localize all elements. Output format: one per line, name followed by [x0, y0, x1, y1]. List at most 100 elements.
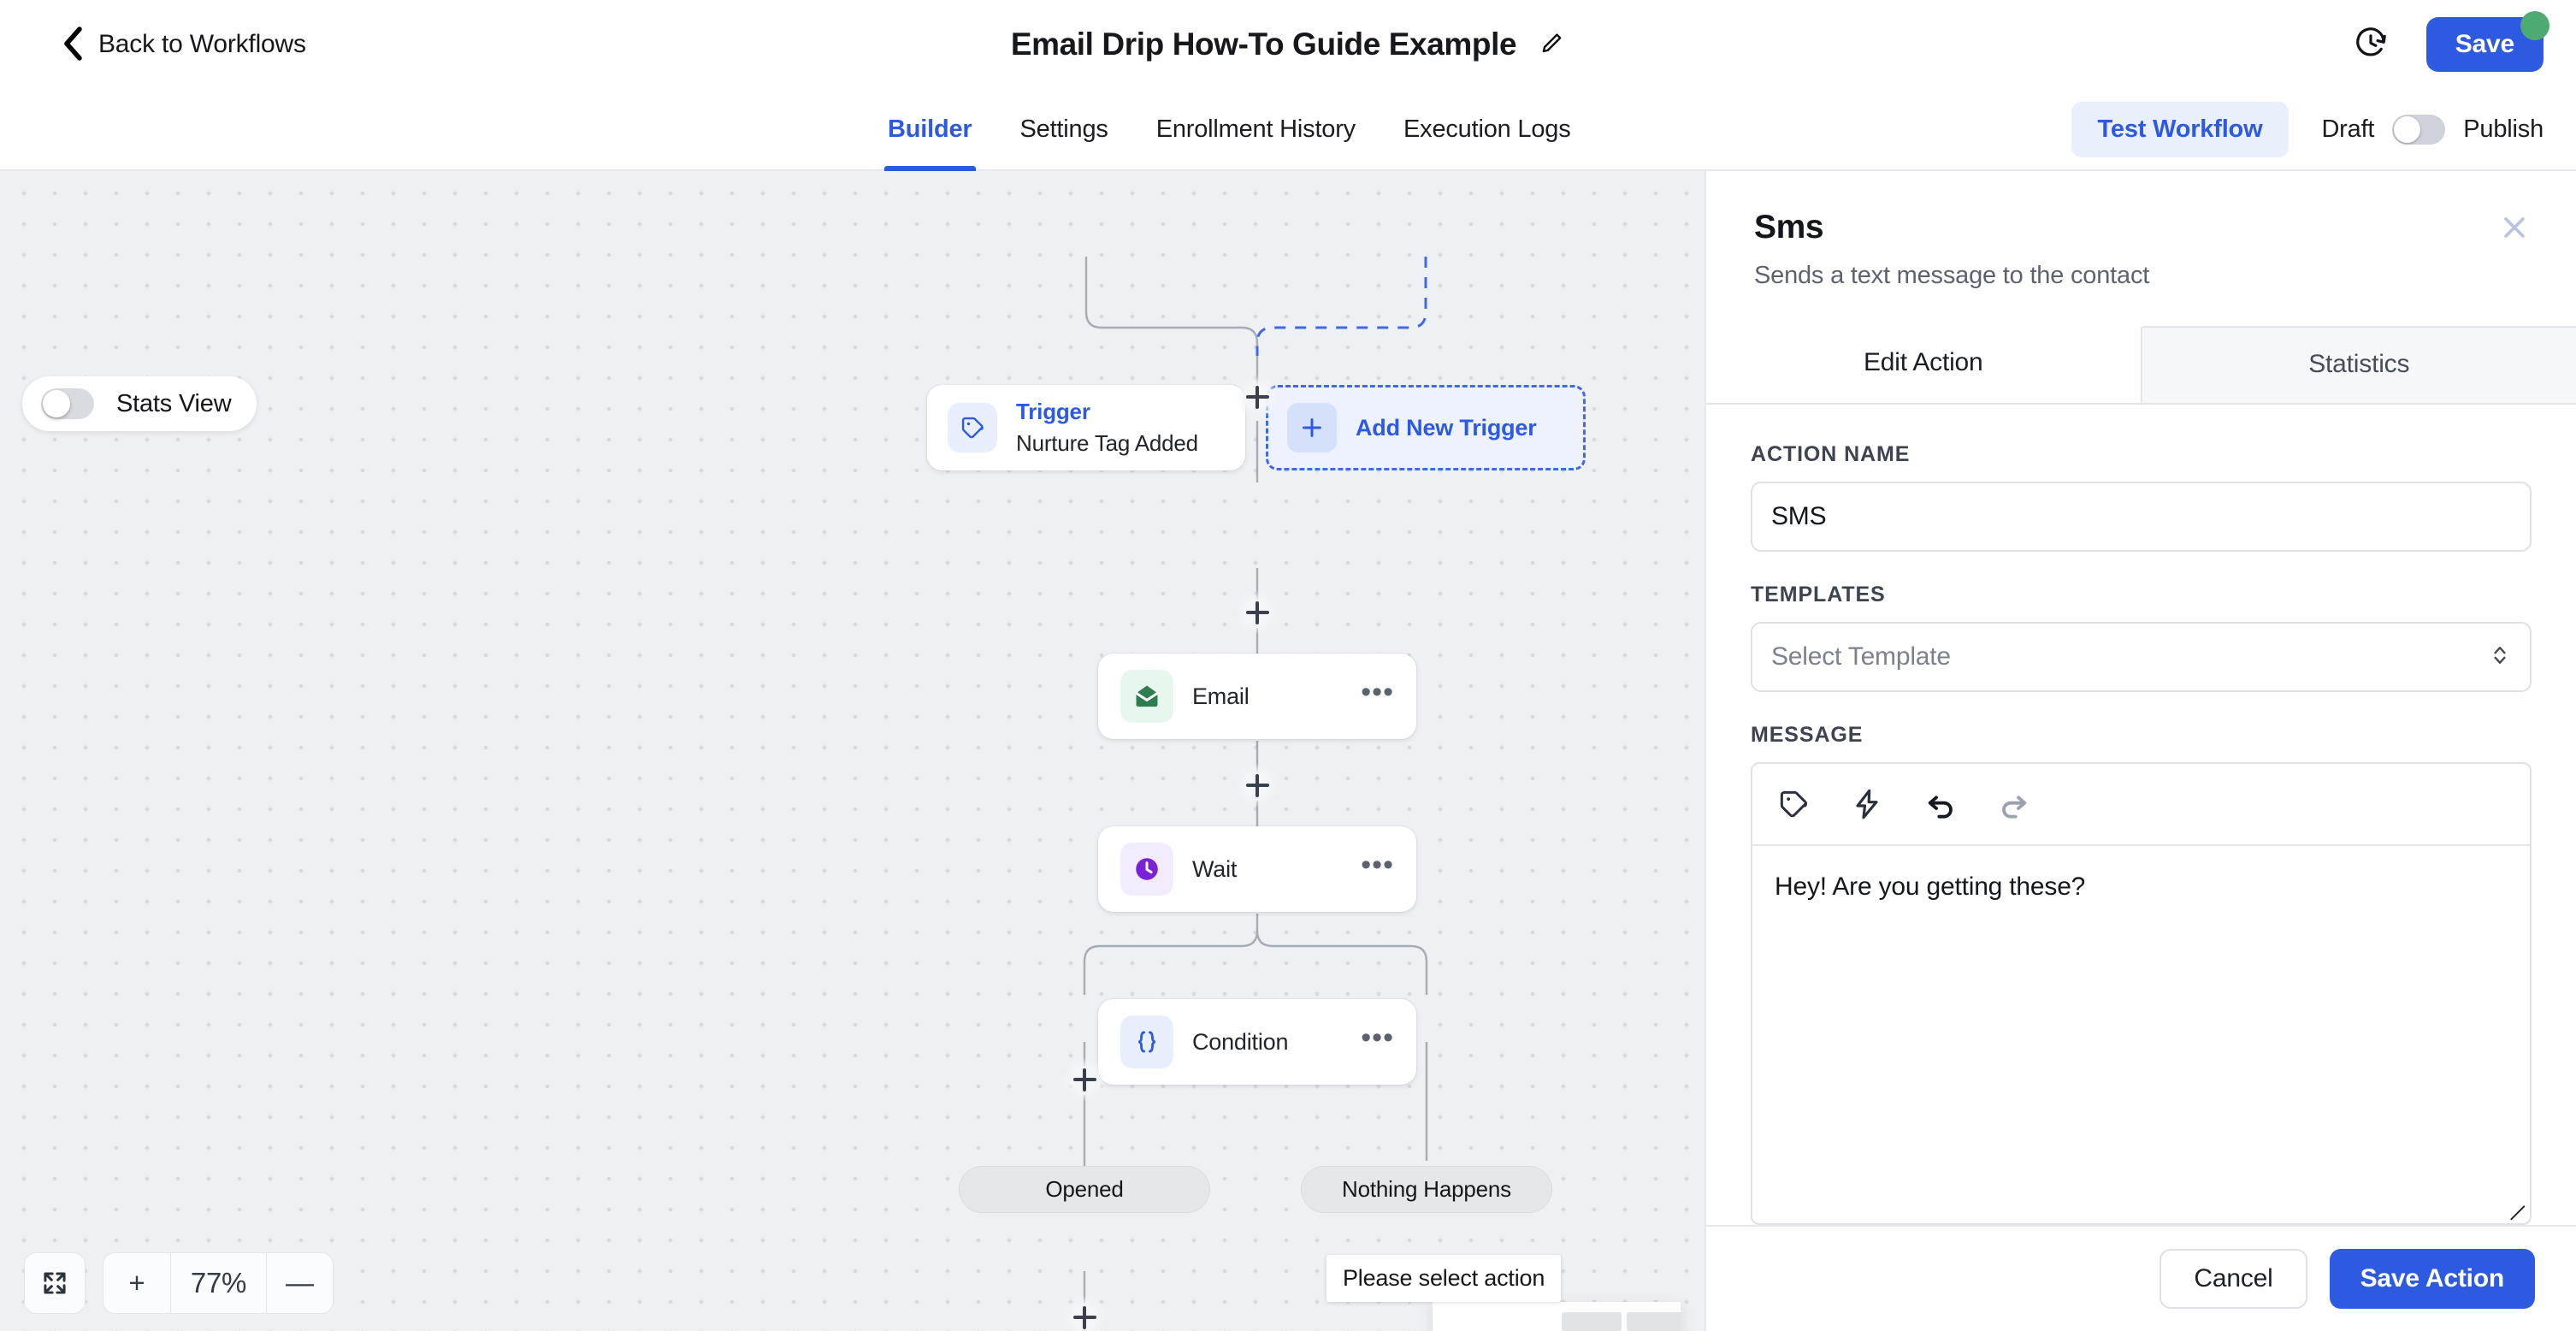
- tab-bar-actions: Test Workflow Draft Publish: [2071, 89, 2544, 169]
- please-select-action-tooltip: Please select action: [1326, 1255, 1562, 1302]
- bolt-icon[interactable]: [1850, 787, 1884, 821]
- template-select-value: Select Template: [1771, 642, 1951, 671]
- tab-settings[interactable]: Settings: [996, 89, 1132, 169]
- node-trigger[interactable]: Trigger Nurture Tag Added: [927, 385, 1245, 470]
- node-trigger-subtitle: Nurture Tag Added: [1016, 430, 1198, 456]
- message-textarea[interactable]: Hey! Are you getting these?: [1752, 846, 2530, 1223]
- connector-lines: [1083, 257, 1428, 1309]
- workflow-tabs: Builder Settings Enrollment History Exec…: [864, 89, 1595, 171]
- panel-header: Sms Sends a text message to the contact: [1706, 171, 2576, 290]
- tab-execution-logs-label: Execution Logs: [1403, 115, 1571, 143]
- node-wait[interactable]: Wait •••: [1098, 826, 1416, 912]
- publish-state-group: Draft Publish: [2321, 114, 2544, 145]
- node-wait-text: Wait: [1192, 856, 1342, 883]
- message-editor-toolbar: [1752, 764, 2530, 846]
- node-wait-title: Wait: [1192, 855, 1238, 882]
- node-email[interactable]: Email •••: [1098, 654, 1416, 739]
- add-new-trigger-label: Add New Trigger: [1356, 414, 1537, 441]
- action-details-panel: Sms Sends a text message to the contact …: [1705, 171, 2576, 1331]
- page-title: Email Drip How-To Guide Example: [1010, 27, 1517, 62]
- zoom-out-button[interactable]: —: [266, 1253, 333, 1313]
- panel-description: Sends a text message to the contact: [1754, 262, 2150, 289]
- main-area: Stats View Trigger Nurture Tag Added Add…: [0, 171, 2576, 1331]
- tab-bar: Builder Settings Enrollment History Exec…: [0, 89, 2576, 171]
- templates-label: TEMPLATES: [1751, 583, 1886, 606]
- node-wait-menu-button[interactable]: •••: [1361, 850, 1394, 879]
- stats-view-switch-knob: [43, 390, 70, 417]
- save-button-wrapper: Save: [2425, 11, 2549, 72]
- message-editor: Hey! Are you getting these?: [1751, 762, 2532, 1225]
- canvas-zoom-controls: + 77% —: [24, 1252, 334, 1314]
- node-condition-title: Condition: [1192, 1028, 1289, 1055]
- braces-icon: [1120, 1015, 1173, 1068]
- fit-to-screen-icon: [44, 1272, 66, 1294]
- add-new-trigger-button[interactable]: Add New Trigger: [1266, 385, 1586, 470]
- tab-builder[interactable]: Builder: [864, 89, 996, 171]
- zoom-in-button[interactable]: +: [103, 1253, 170, 1313]
- tab-enrollment-history[interactable]: Enrollment History: [1132, 89, 1380, 169]
- tab-execution-logs[interactable]: Execution Logs: [1380, 89, 1595, 169]
- add-step-button-after-follow-up[interactable]: [1062, 1295, 1107, 1331]
- publish-toggle-knob: [2394, 115, 2421, 143]
- panel-title: Sms: [1754, 209, 1824, 245]
- top-bar-actions: Save: [2353, 11, 2549, 72]
- action-name-input[interactable]: [1751, 482, 2532, 552]
- workflow-builder-app: Back to Workflows Email Drip How-To Guid…: [0, 0, 2576, 1331]
- add-step-button-opened-branch[interactable]: [1062, 1057, 1107, 1102]
- tab-edit-action[interactable]: Edit Action: [1706, 326, 2141, 403]
- node-condition[interactable]: Condition •••: [1098, 999, 1416, 1085]
- stats-view-switch[interactable]: [41, 388, 94, 419]
- top-bar: Back to Workflows Email Drip How-To Guid…: [0, 0, 2576, 89]
- node-email-menu-button[interactable]: •••: [1361, 677, 1394, 707]
- node-condition-text: Condition: [1192, 1029, 1342, 1056]
- workflow-title-group: Email Drip How-To Guide Example: [1011, 27, 1565, 62]
- tab-enrollment-history-label: Enrollment History: [1155, 115, 1356, 143]
- zoom-level-group: + 77% —: [103, 1252, 334, 1314]
- action-name-label: ACTION NAME: [1751, 442, 1911, 466]
- close-icon[interactable]: [2492, 205, 2537, 250]
- tab-settings-label: Settings: [1019, 115, 1108, 143]
- draft-label: Draft: [2321, 115, 2375, 143]
- tag-icon: [948, 403, 997, 453]
- branch-label-opened[interactable]: Opened: [959, 1166, 1210, 1213]
- node-condition-menu-button[interactable]: •••: [1361, 1023, 1394, 1052]
- undo-icon[interactable]: [1923, 787, 1958, 821]
- back-to-workflows-label: Back to Workflows: [98, 30, 306, 58]
- fit-to-screen-button[interactable]: [24, 1252, 86, 1314]
- tag-icon[interactable]: [1776, 787, 1811, 821]
- tab-builder-label: Builder: [888, 115, 972, 143]
- history-clock-icon[interactable]: [2353, 25, 2389, 65]
- envelope-icon: [1120, 670, 1173, 723]
- panel-tabs: Edit Action Statistics: [1706, 326, 2576, 405]
- panel-footer: Cancel Save Action: [1706, 1225, 2576, 1331]
- add-step-button-after-email[interactable]: [1235, 590, 1279, 635]
- back-to-workflows-button[interactable]: Back to Workflows: [62, 26, 306, 63]
- cancel-button[interactable]: Cancel: [2159, 1249, 2307, 1309]
- redo-icon[interactable]: [1997, 787, 2031, 821]
- publish-toggle[interactable]: [2392, 114, 2446, 145]
- chevron-up-down-icon: [2489, 641, 2511, 674]
- publish-label: Publish: [2463, 115, 2544, 143]
- panel-body: ACTION NAME TEMPLATES Select Template ME…: [1706, 405, 2576, 1225]
- node-trigger-text: Trigger Nurture Tag Added: [1016, 399, 1225, 457]
- node-email-text: Email: [1192, 683, 1342, 710]
- clock-icon: [1120, 843, 1173, 896]
- save-action-button[interactable]: Save Action: [2329, 1249, 2535, 1309]
- unsaved-changes-dot-icon: [2520, 11, 2549, 40]
- template-select[interactable]: Select Template: [1751, 622, 2532, 692]
- branch-label-nothing-happens[interactable]: Nothing Happens: [1301, 1166, 1552, 1213]
- pencil-icon[interactable]: [1539, 30, 1565, 60]
- loading-skeleton-card: [1433, 1302, 1681, 1331]
- test-workflow-button[interactable]: Test Workflow: [2071, 101, 2289, 157]
- node-trigger-title: Trigger: [1016, 399, 1090, 424]
- stats-view-toggle[interactable]: Stats View: [22, 376, 257, 431]
- plus-icon: [1287, 403, 1337, 453]
- message-label: MESSAGE: [1751, 723, 1864, 747]
- chevron-left-icon: [62, 26, 84, 63]
- add-step-button-after-wait[interactable]: [1235, 763, 1279, 807]
- tab-statistics[interactable]: Statistics: [2140, 326, 2576, 405]
- add-step-button-after-trigger[interactable]: [1235, 375, 1279, 419]
- workflow-canvas[interactable]: Stats View Trigger Nurture Tag Added Add…: [0, 171, 1705, 1331]
